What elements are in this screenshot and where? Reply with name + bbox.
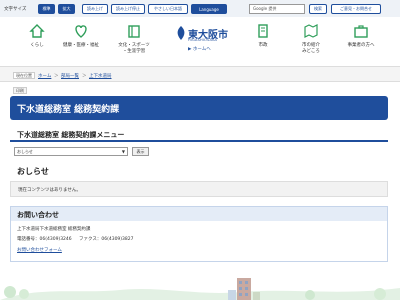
page-title: 下水道総務室 総務契約課 [17,105,120,115]
easy-japanese-button[interactable]: やさしい日本語 [148,4,188,14]
breadcrumb-separator: ＞ [82,74,87,79]
nav-item-living[interactable]: くらし [17,23,57,49]
contact-form-link[interactable]: お問い合わせフォーム [17,247,62,253]
print-label[interactable]: 印刷 [13,87,27,94]
breadcrumb-link-home[interactable]: ホーム [38,73,51,79]
nav-item-city-government[interactable]: 市政 [243,23,283,49]
map-icon [304,24,318,38]
current-location-label: 現在位置 [13,72,35,79]
section-menu-title: 下水道総務室 総務契約課メニュー [17,131,125,139]
nav-item-health[interactable]: 健康・医療・福祉 [61,23,101,49]
nav-item-business[interactable]: 事業者の方へ [341,23,381,49]
contact-title: お問い合わせ [17,211,59,219]
nav-label: 市の紹介 みどころ [302,43,320,54]
nav-label: くらし [30,43,44,48]
logo-subtitle: HIGASHIOSAKA [188,38,218,42]
contact-heading: お問い合わせ [11,207,387,221]
search-input[interactable]: Google 提供 [249,4,305,14]
notice-box: 現在コンテンツはありません。 [10,181,388,197]
text-size-label: 文字サイズ [4,7,27,12]
heart-icon [75,25,87,38]
main-nav: くらし 健康・医療・福祉 文化・スポーツ ・生涯学習 東大阪市 HIGASHIO… [0,17,400,66]
breadcrumb-link-departments[interactable]: 部局一覧 [61,73,79,79]
home-link[interactable]: ▶ ホームへ [188,46,211,52]
notice-heading: おしらせ [10,163,388,179]
section-menu-selected: おしらせ [17,148,33,154]
language-button[interactable]: Language [191,4,227,14]
contact-box: お問い合わせ 上下水道局下水道総務室 総務契約課 電話番号：06(4309)32… [10,206,388,262]
briefcase-icon [354,25,368,38]
contact-phone: 電話番号：06(4309)3246 [17,237,72,242]
text-size-standard-button[interactable]: 標準 [38,4,55,14]
house-icon [29,24,45,38]
nav-label: 文化・スポーツ ・生涯学習 [118,43,150,54]
nav-label: 健康・医療・福祉 [63,43,99,48]
text-size-large-button[interactable]: 拡大 [58,4,75,14]
book-icon [128,25,140,38]
guide-button[interactable]: ご意見・お問合せ [331,4,381,14]
nav-item-culture[interactable]: 文化・スポーツ ・生涯学習 [114,23,154,55]
contact-fax: ファクス：06(4309)3827 [79,237,134,242]
city-skyline-illustration [0,268,400,300]
notice-empty-text: 現在コンテンツはありません。 [18,188,81,193]
building-icon [258,24,268,38]
contact-department: 上下水道局下水道総務室 総務契約課 [17,227,91,232]
chevron-down-icon: ▼ [121,149,125,154]
search-button[interactable]: 検索 [309,4,327,14]
breadcrumb: 現在位置 ホーム ＞ 部局一覧 ＞ 上下水道局 [0,66,400,82]
breadcrumb-link-water-bureau[interactable]: 上下水道局 [89,73,112,79]
section-menu-select[interactable]: おしらせ ▼ [14,147,128,156]
nav-item-city-intro[interactable]: 市の紹介 みどころ [291,23,331,55]
page-title-banner: 下水道総務室 総務契約課 [10,96,388,120]
read-aloud-button[interactable]: 読み上げ [82,4,108,14]
read-aloud-stop-button[interactable]: 読み上げ停止 [111,4,145,14]
section-menu-go-button[interactable]: 表示 [132,147,149,156]
breadcrumb-separator: ＞ [54,74,59,79]
utility-bar: 文字サイズ 標準 拡大 読み上げ 読み上げ停止 やさしい日本語 Language… [0,0,400,17]
city-emblem-icon [177,26,185,40]
nav-label: 市政 [258,43,268,48]
section-menu-heading: 下水道総務室 総務契約課メニュー [10,128,388,142]
site-logo[interactable]: 東大阪市 HIGASHIOSAKA ▶ ホームへ [174,22,234,66]
notice-title: おしらせ [17,167,49,176]
nav-label: 事業者の方へ [347,43,375,48]
